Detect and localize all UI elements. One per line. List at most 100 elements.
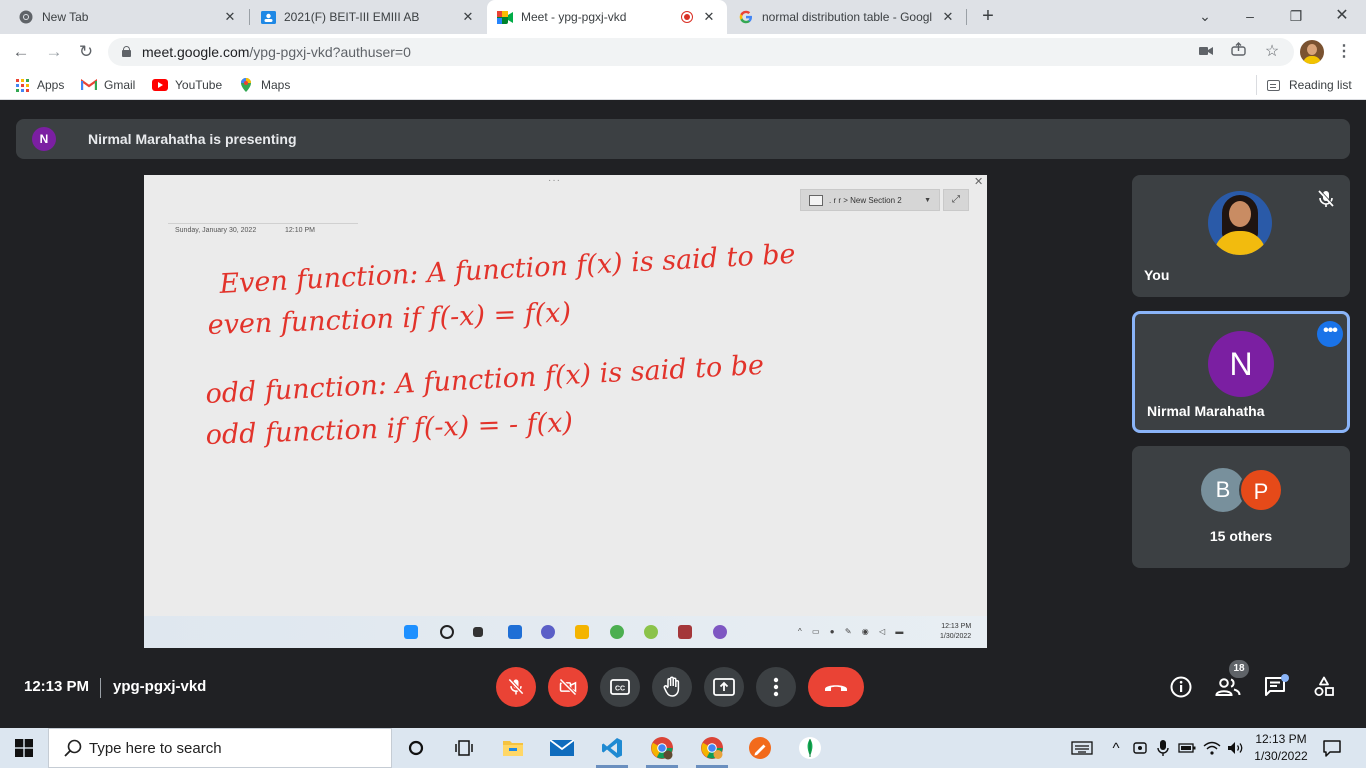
microphone-icon[interactable] bbox=[1153, 736, 1173, 760]
mini-search-icon bbox=[440, 625, 454, 639]
clock-time: 12:13 PM bbox=[1255, 732, 1307, 746]
mongodb-icon[interactable] bbox=[786, 728, 834, 768]
tab-title: normal distribution table - Googl bbox=[762, 10, 933, 24]
search-input[interactable] bbox=[89, 739, 379, 757]
camera-in-use-icon[interactable] bbox=[1196, 42, 1216, 62]
captions-button[interactable]: CC bbox=[600, 667, 640, 707]
drawing-app-icon[interactable] bbox=[736, 728, 784, 768]
meeting-code: ypg-pgxj-vkd bbox=[113, 678, 207, 695]
chrome-icon bbox=[18, 9, 34, 25]
tab-new-tab[interactable]: New Tab ✕ bbox=[8, 0, 248, 34]
back-button[interactable]: ← bbox=[9, 40, 33, 64]
restore-button[interactable]: ❐ bbox=[1278, 4, 1314, 28]
mini-clock: 12:13 PM 1/30/2022 bbox=[940, 623, 972, 640]
participant-count-badge: 18 bbox=[1229, 660, 1249, 678]
notification-center-icon[interactable] bbox=[1322, 738, 1342, 758]
browser-tab-strip: New Tab ✕ 2021(F) BEIT-III EMIII AB ✕ Me… bbox=[0, 0, 1366, 34]
close-tab-icon[interactable]: ✕ bbox=[222, 9, 238, 25]
chrome-icon[interactable] bbox=[638, 728, 686, 768]
meeting-time: 12:13 PM bbox=[24, 678, 90, 695]
tab-meet[interactable]: Meet - ypg-pgxj-vkd ✕ bbox=[487, 0, 727, 34]
participant-tile-others[interactable]: B P 15 others bbox=[1132, 446, 1350, 568]
minimize-button[interactable]: – bbox=[1232, 4, 1268, 28]
vscode-icon[interactable] bbox=[588, 728, 636, 768]
tab-google-search[interactable]: normal distribution table - Googl ✕ bbox=[728, 0, 966, 34]
meet-in-use-icon[interactable] bbox=[1130, 736, 1150, 760]
activities-icon bbox=[1314, 676, 1334, 696]
wifi-icon[interactable] bbox=[1201, 736, 1223, 760]
forward-button[interactable]: → bbox=[42, 40, 66, 64]
taskbar-search-box[interactable] bbox=[48, 728, 392, 768]
bookmark-gmail[interactable]: Gmail bbox=[81, 75, 135, 95]
captions-icon: CC bbox=[610, 679, 630, 695]
task-view-icon[interactable] bbox=[440, 728, 488, 768]
reading-list-icon bbox=[1267, 79, 1280, 91]
file-explorer-icon[interactable] bbox=[489, 728, 537, 768]
present-screen-icon bbox=[713, 678, 735, 696]
toggle-mic-button[interactable] bbox=[496, 667, 536, 707]
chrome-profile-icon[interactable] bbox=[688, 728, 736, 768]
bookmark-maps[interactable]: Maps bbox=[238, 75, 290, 95]
tab-search-chevron-icon[interactable]: ⌄ bbox=[1187, 4, 1223, 28]
windows-taskbar: ^ 12:13 PM 1/30/2022 bbox=[0, 728, 1366, 768]
bookmark-star-icon[interactable]: ☆ bbox=[1262, 42, 1282, 62]
mini-widgets-icon bbox=[508, 625, 522, 639]
start-button[interactable] bbox=[0, 728, 48, 768]
mail-icon[interactable] bbox=[538, 728, 586, 768]
touch-keyboard-icon[interactable] bbox=[1068, 736, 1096, 760]
mini-task-view-icon bbox=[473, 627, 483, 637]
url-text[interactable]: meet.google.com/ypg-pgxj-vkd?authuser=0 bbox=[142, 44, 411, 60]
raise-hand-button[interactable] bbox=[652, 667, 692, 707]
divider bbox=[100, 678, 101, 698]
leave-call-button[interactable] bbox=[808, 667, 864, 707]
participant-tile-you[interactable]: You bbox=[1132, 175, 1350, 297]
handwriting-line-3: odd function: A function f(x) is said to… bbox=[205, 350, 765, 410]
cortana-icon[interactable] bbox=[392, 728, 440, 768]
bookmark-label: Apps bbox=[37, 78, 65, 92]
browser-toolbar: ← → ↻ meet.google.com/ypg-pgxj-vkd?authu… bbox=[0, 34, 1366, 70]
others-count-label: 15 others bbox=[1209, 528, 1273, 544]
unread-chat-dot bbox=[1281, 674, 1289, 682]
mic-off-icon bbox=[1314, 187, 1338, 211]
handwritten-notes: Even function: A function f(x) is said t… bbox=[205, 239, 796, 451]
address-bar[interactable]: meet.google.com/ypg-pgxj-vkd?authuser=0 … bbox=[108, 38, 1294, 66]
close-tab-icon[interactable]: ✕ bbox=[940, 9, 956, 25]
taskbar-clock[interactable]: 12:13 PM 1/30/2022 bbox=[1248, 731, 1314, 765]
mini-system-tray: ^ ▭ ● ✎ ◉ ◁ ▬ bbox=[798, 627, 908, 636]
lock-icon[interactable] bbox=[122, 46, 131, 57]
close-window-button[interactable]: ✕ bbox=[1324, 4, 1360, 28]
meeting-details-button[interactable] bbox=[1167, 673, 1195, 701]
presenting-text: Nirmal Marahatha is presenting bbox=[88, 131, 297, 147]
mic-off-icon bbox=[508, 678, 524, 695]
battery-icon[interactable] bbox=[1176, 736, 1198, 760]
more-options-button[interactable] bbox=[756, 667, 796, 707]
windows-logo-icon bbox=[15, 739, 33, 757]
more-options-button[interactable]: ••• bbox=[1317, 321, 1343, 347]
mini-chat-icon bbox=[541, 625, 555, 639]
reading-list-button[interactable]: Reading list bbox=[1256, 75, 1352, 95]
new-tab-button[interactable]: + bbox=[976, 4, 1000, 28]
bookmark-youtube[interactable]: YouTube bbox=[152, 75, 222, 95]
reload-button[interactable]: ↻ bbox=[74, 40, 98, 64]
info-icon bbox=[1170, 676, 1192, 698]
toggle-camera-button[interactable] bbox=[548, 667, 588, 707]
present-now-button[interactable] bbox=[704, 667, 744, 707]
share-icon[interactable] bbox=[1228, 42, 1248, 62]
bookmark-apps[interactable]: Apps bbox=[14, 75, 64, 95]
meet-icon bbox=[497, 9, 513, 25]
bookmark-label: YouTube bbox=[175, 78, 223, 92]
volume-icon[interactable] bbox=[1225, 736, 1247, 760]
youtube-icon bbox=[152, 77, 168, 93]
activities-button[interactable] bbox=[1310, 673, 1338, 701]
browser-menu-icon[interactable]: ⋮ bbox=[1334, 40, 1354, 64]
show-hidden-icons-chevron-icon[interactable]: ^ bbox=[1106, 736, 1126, 760]
camera-off-icon bbox=[559, 678, 577, 696]
tab-classroom[interactable]: 2021(F) BEIT-III EMIII AB ✕ bbox=[250, 0, 486, 34]
participant-tile-nirmal[interactable]: N ••• Nirmal Marahatha bbox=[1132, 311, 1350, 433]
classroom-icon bbox=[260, 9, 276, 25]
profile-avatar[interactable] bbox=[1300, 40, 1324, 64]
tab-title: 2021(F) BEIT-III EMIII AB bbox=[284, 10, 420, 24]
shared-screen: ··· ✕ . r r > New Section 2 ▼ ⤢ Sunday, … bbox=[144, 175, 987, 648]
close-tab-icon[interactable]: ✕ bbox=[701, 9, 717, 25]
close-tab-icon[interactable]: ✕ bbox=[460, 9, 476, 25]
